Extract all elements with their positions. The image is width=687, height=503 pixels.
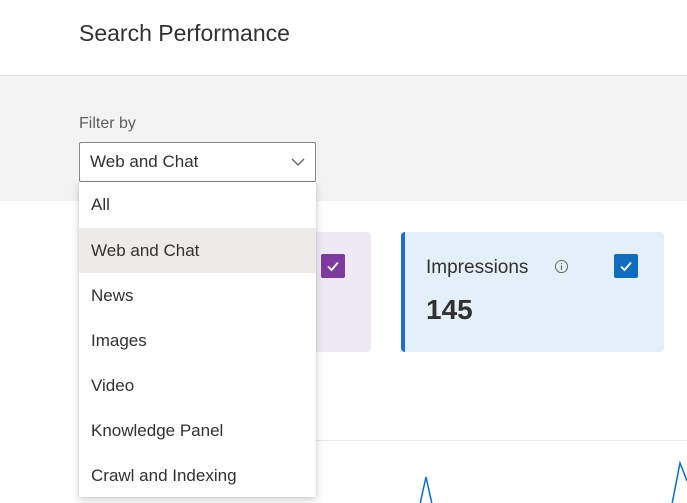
filter-option-video[interactable]: Video bbox=[79, 363, 316, 408]
chevron-down-icon bbox=[291, 158, 305, 166]
filter-option-web-and-chat[interactable]: Web and Chat bbox=[79, 228, 316, 273]
checkmark-icon bbox=[327, 261, 339, 272]
filter-dropdown-list: All Web and Chat News Images Video Knowl… bbox=[79, 182, 316, 497]
filter-option-all[interactable]: All bbox=[79, 182, 316, 228]
chart-area bbox=[316, 440, 687, 503]
impressions-checkbox[interactable] bbox=[614, 254, 638, 278]
impressions-value: 145 bbox=[426, 294, 473, 325]
filter-option-images[interactable]: Images bbox=[79, 318, 316, 363]
filter-option-crawl-and-indexing[interactable]: Crawl and Indexing bbox=[79, 453, 316, 498]
filter-selected-value: Web and Chat bbox=[90, 152, 199, 171]
clicks-checkbox[interactable] bbox=[321, 254, 345, 278]
filter-dropdown[interactable]: Web and Chat bbox=[79, 142, 316, 182]
filter-option-news[interactable]: News bbox=[79, 273, 316, 318]
chart-line bbox=[419, 460, 687, 503]
filter-option-knowledge-panel[interactable]: Knowledge Panel bbox=[79, 408, 316, 453]
checkmark-icon bbox=[620, 261, 632, 272]
page-title: Search Performance bbox=[79, 20, 290, 46]
header: Search Performance bbox=[0, 0, 687, 76]
info-icon[interactable] bbox=[554, 259, 569, 274]
impressions-card[interactable]: Impressions 145 bbox=[401, 232, 664, 352]
filter-label: Filter by bbox=[79, 115, 136, 132]
page: Search Performance Filter by Web and Cha… bbox=[0, 0, 687, 503]
impressions-title: Impressions bbox=[426, 257, 529, 278]
